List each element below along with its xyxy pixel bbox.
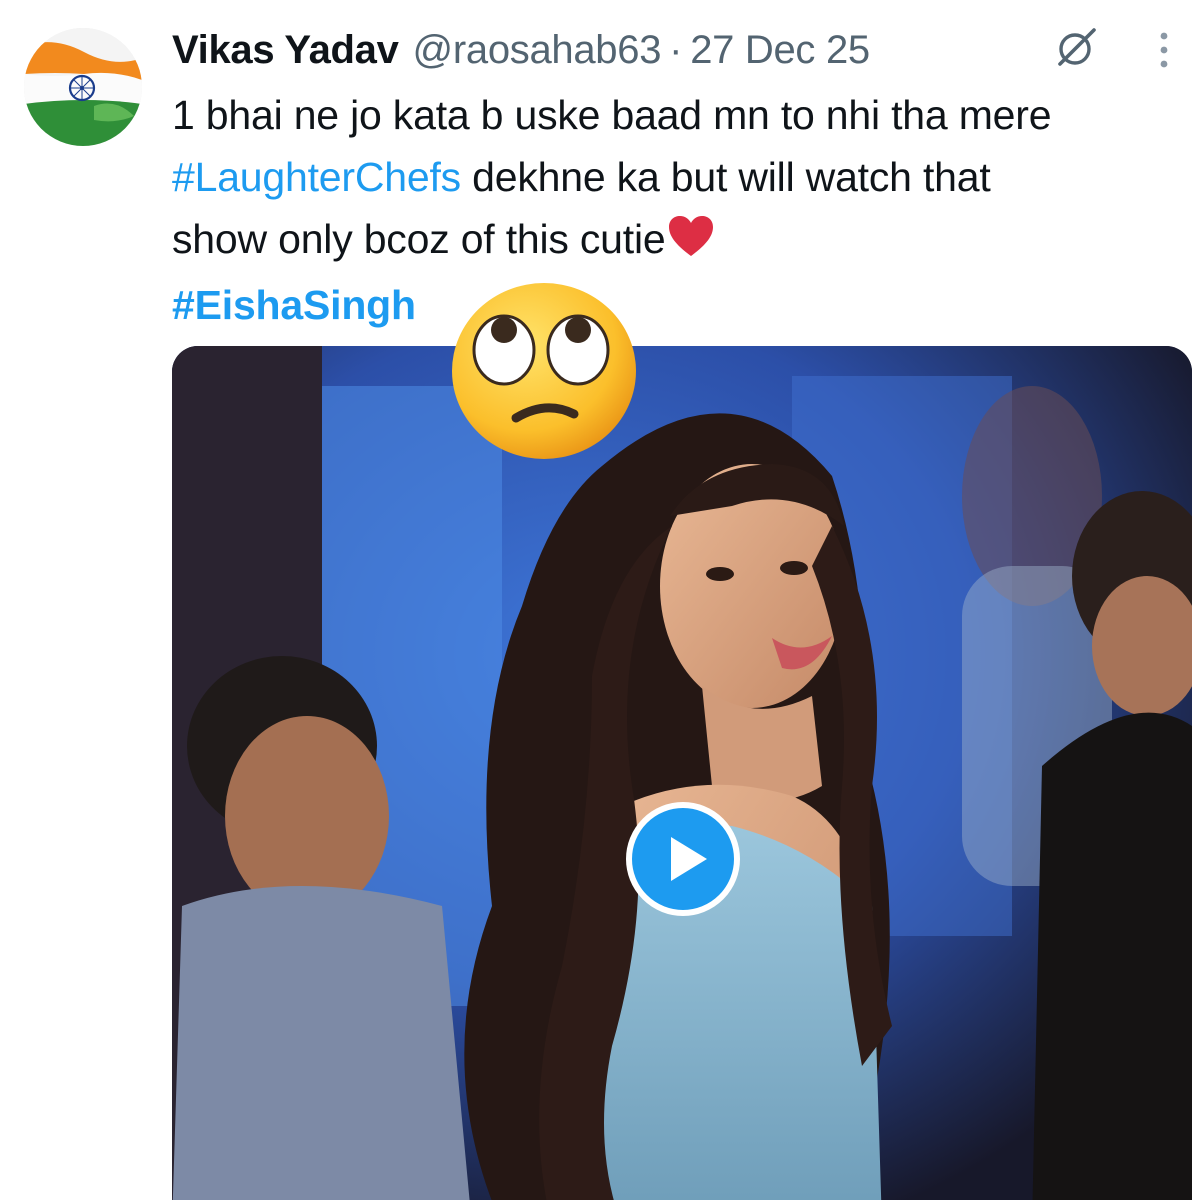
text-line-1: 1 bhai ne jo kata b uske baad mn to nhi …	[172, 92, 1052, 138]
tweet-header: Vikas Yadav @raosahab63 · 27 Dec 25	[172, 22, 870, 78]
tweet-text-line: 1 bhai ne jo kata b uske baad mn to nhi …	[172, 84, 1187, 146]
author-name[interactable]: Vikas Yadav	[172, 28, 399, 73]
text-line-2: dekhne ka but will watch that	[460, 154, 991, 200]
tweet-text-line: #LaughterChefs dekhne ka but will watch …	[172, 146, 1187, 208]
post-date[interactable]: 27 Dec 25	[690, 28, 870, 73]
separator-dot: ·	[669, 27, 683, 72]
red-heart-icon	[668, 212, 714, 274]
grok-icon[interactable]	[1054, 24, 1100, 70]
play-button[interactable]	[625, 801, 741, 917]
hashtag-laughterchefs[interactable]: #LaughterChefs	[172, 154, 461, 200]
tweet-text: 1 bhai ne jo kata b uske baad mn to nhi …	[172, 84, 1187, 336]
tweet-text-line: #EishaSingh	[172, 274, 1187, 336]
india-flag-avatar-icon	[24, 28, 142, 146]
author-handle[interactable]: @raosahab63	[413, 28, 662, 73]
more-vertical-icon[interactable]	[1152, 26, 1176, 74]
video-frame-image	[172, 346, 1192, 1200]
play-icon	[626, 802, 740, 916]
hashtag-eishasingh[interactable]: #EishaSingh	[172, 282, 416, 328]
tweet-text-line: show only bcoz of this cutie	[172, 208, 1187, 274]
video-thumbnail[interactable]	[172, 346, 1192, 1200]
text-line-3: show only bcoz of this cutie	[172, 216, 666, 262]
tweet[interactable]: Vikas Yadav @raosahab63 · 27 Dec 25 1 bh…	[0, 0, 1192, 1200]
avatar[interactable]	[24, 28, 142, 146]
face-with-rolling-eyes-emoji-icon	[446, 278, 642, 464]
